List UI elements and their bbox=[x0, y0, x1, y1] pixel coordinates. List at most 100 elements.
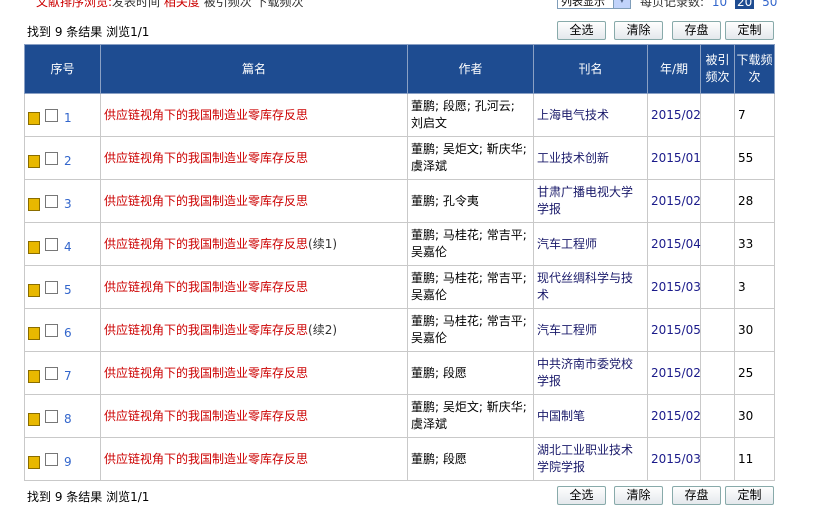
issue-date[interactable]: 2015/03 bbox=[647, 437, 701, 481]
sort-option-relevance[interactable]: 相关度 bbox=[164, 0, 200, 9]
authors-cell[interactable]: 董鹏; 马桂花; 常吉平; 吴嘉伦 bbox=[407, 222, 534, 266]
download-count: 30 bbox=[734, 394, 775, 438]
authors-cell[interactable]: 董鹏; 段愿 bbox=[407, 437, 534, 481]
authors-cell[interactable]: 董鹏; 段愿 bbox=[407, 351, 534, 395]
header-no[interactable]: 序号 bbox=[24, 44, 101, 94]
row-checkbox[interactable] bbox=[45, 237, 58, 251]
row-checkbox[interactable] bbox=[45, 366, 58, 380]
issue-date[interactable]: 2015/02 bbox=[647, 179, 701, 223]
authors-cell[interactable]: 董鹏; 孔令夷 bbox=[407, 179, 534, 223]
row-index-cell: 8 bbox=[24, 394, 101, 438]
article-title-link[interactable]: 供应链视角下的我国制造业零库存反思 bbox=[104, 452, 308, 466]
article-title-link[interactable]: 供应链视角下的我国制造业零库存反思 bbox=[104, 108, 308, 122]
header-downloads[interactable]: 下载频次 bbox=[734, 44, 775, 94]
issue-date[interactable]: 2015/02 bbox=[647, 394, 701, 438]
view-mode-value: 列表显示 bbox=[561, 0, 605, 8]
authors-cell[interactable]: 董鹏; 吴炬文; 靳庆华; 虞泽斌 bbox=[407, 394, 534, 438]
row-number: 3 bbox=[64, 196, 72, 211]
row-checkbox[interactable] bbox=[45, 280, 58, 294]
cited-count bbox=[700, 308, 735, 352]
journal-link[interactable]: 汽车工程师 bbox=[533, 308, 648, 352]
row-checkbox[interactable] bbox=[45, 108, 58, 122]
article-title: 供应链视角下的我国制造业零库存反思 bbox=[104, 322, 309, 337]
document-icon[interactable] bbox=[28, 240, 40, 254]
clear-button[interactable]: 清除 bbox=[614, 486, 663, 505]
article-title-link[interactable]: 供应链视角下的我国制造业零库存反思 bbox=[104, 409, 308, 423]
sort-option-date[interactable]: 发表时间 bbox=[112, 0, 160, 9]
row-checkbox[interactable] bbox=[45, 409, 58, 423]
sort-option-downloads[interactable]: 下载频次 bbox=[256, 0, 304, 9]
header-journal[interactable]: 刊名 bbox=[533, 44, 648, 94]
result-info: 找到 9 条结果 浏览1/1 bbox=[27, 25, 150, 39]
issue-date[interactable]: 2015/05 bbox=[647, 308, 701, 352]
cited-count bbox=[700, 351, 735, 395]
chevron-down-icon[interactable]: ▼ bbox=[613, 0, 630, 8]
journal-link[interactable]: 上海电气技术 bbox=[533, 93, 648, 137]
article-title-link[interactable]: 供应链视角下的我国制造业零库存反思 bbox=[104, 151, 308, 165]
download-count: 11 bbox=[734, 437, 775, 481]
row-number: 5 bbox=[64, 282, 72, 297]
document-icon[interactable] bbox=[28, 455, 40, 469]
journal-link[interactable]: 中共济南市委党校学报 bbox=[533, 351, 648, 395]
row-checkbox[interactable] bbox=[45, 151, 58, 165]
view-mode-select[interactable]: 列表显示 ▼ bbox=[557, 0, 631, 9]
row-number: 1 bbox=[64, 110, 72, 125]
row-index-cell: 2 bbox=[24, 136, 101, 180]
article-title: 供应链视角下的我国制造业零库存反思 bbox=[104, 107, 309, 122]
document-icon[interactable] bbox=[28, 111, 40, 125]
row-checkbox[interactable] bbox=[45, 452, 58, 466]
article-title-link[interactable]: 供应链视角下的我国制造业零库存反思 bbox=[104, 366, 308, 380]
row-checkbox[interactable] bbox=[45, 323, 58, 337]
document-icon[interactable] bbox=[28, 369, 40, 383]
issue-date[interactable]: 2015/02 bbox=[647, 93, 701, 137]
journal-link[interactable]: 现代丝绸科学与技术 bbox=[533, 265, 648, 309]
header-authors[interactable]: 作者 bbox=[407, 44, 534, 94]
table-row: 4 供应链视角下的我国制造业零库存反思(续1) 董鹏; 马桂花; 常吉平; 吴嘉伦汽… bbox=[24, 222, 775, 266]
sort-option-cited[interactable]: 被引频次 bbox=[204, 0, 252, 9]
authors-cell[interactable]: 董鹏; 吴炬文; 靳庆华; 虞泽斌 bbox=[407, 136, 534, 180]
save-button[interactable]: 存盘 bbox=[672, 21, 721, 40]
per-page-10[interactable]: 10 bbox=[712, 0, 727, 9]
custom-button[interactable]: 定制 bbox=[725, 21, 774, 40]
journal-link[interactable]: 汽车工程师 bbox=[533, 222, 648, 266]
header-cited[interactable]: 被引频次 bbox=[700, 44, 735, 94]
title-cell: 供应链视角下的我国制造业零库存反思 bbox=[100, 179, 408, 223]
select-all-button[interactable]: 全选 bbox=[557, 21, 606, 40]
journal-link[interactable]: 湖北工业职业技术学院学报 bbox=[533, 437, 648, 481]
document-icon[interactable] bbox=[28, 283, 40, 297]
article-title-link[interactable]: 供应链视角下的我国制造业零库存反思(续1) bbox=[104, 237, 337, 251]
row-checkbox[interactable] bbox=[45, 194, 58, 208]
authors-cell[interactable]: 董鹏; 马桂花; 常吉平; 吴嘉伦 bbox=[407, 308, 534, 352]
authors-cell[interactable]: 董鹏; 段愿; 孔河云; 刘启文 bbox=[407, 93, 534, 137]
issue-date[interactable]: 2015/03 bbox=[647, 265, 701, 309]
article-title: 供应链视角下的我国制造业零库存反思 bbox=[104, 236, 309, 251]
document-icon[interactable] bbox=[28, 412, 40, 426]
per-page-50[interactable]: 50 bbox=[762, 0, 777, 9]
per-page: 每页记录数: 10 20 50 bbox=[640, 0, 777, 10]
toolbar-bottom: 找到 9 条结果 浏览1/1 全选 清除 存盘 定制 bbox=[24, 485, 774, 505]
issue-date[interactable]: 2015/01 bbox=[647, 136, 701, 180]
document-icon[interactable] bbox=[28, 197, 40, 211]
authors-cell[interactable]: 董鹏; 马桂花; 常吉平; 吴嘉伦 bbox=[407, 265, 534, 309]
article-title-link[interactable]: 供应链视角下的我国制造业零库存反思 bbox=[104, 280, 308, 294]
row-number: 8 bbox=[64, 411, 72, 426]
journal-link[interactable]: 甘肃广播电视大学学报 bbox=[533, 179, 648, 223]
article-title-link[interactable]: 供应链视角下的我国制造业零库存反思(续2) bbox=[104, 323, 337, 337]
document-icon[interactable] bbox=[28, 154, 40, 168]
journal-link[interactable]: 中国制笔 bbox=[533, 394, 648, 438]
per-page-20[interactable]: 20 bbox=[734, 0, 755, 9]
journal-link[interactable]: 工业技术创新 bbox=[533, 136, 648, 180]
header-date[interactable]: 年/期 bbox=[647, 44, 701, 94]
document-icon[interactable] bbox=[28, 326, 40, 340]
cited-count bbox=[700, 136, 735, 180]
cited-count bbox=[700, 222, 735, 266]
article-title-link[interactable]: 供应链视角下的我国制造业零库存反思 bbox=[104, 194, 308, 208]
article-title: 供应链视角下的我国制造业零库存反思 bbox=[104, 451, 309, 466]
issue-date[interactable]: 2015/04 bbox=[647, 222, 701, 266]
select-all-button[interactable]: 全选 bbox=[557, 486, 606, 505]
header-title[interactable]: 篇名 bbox=[100, 44, 408, 94]
save-button[interactable]: 存盘 bbox=[672, 486, 721, 505]
clear-button[interactable]: 清除 bbox=[614, 21, 663, 40]
issue-date[interactable]: 2015/02 bbox=[647, 351, 701, 395]
custom-button[interactable]: 定制 bbox=[725, 486, 774, 505]
